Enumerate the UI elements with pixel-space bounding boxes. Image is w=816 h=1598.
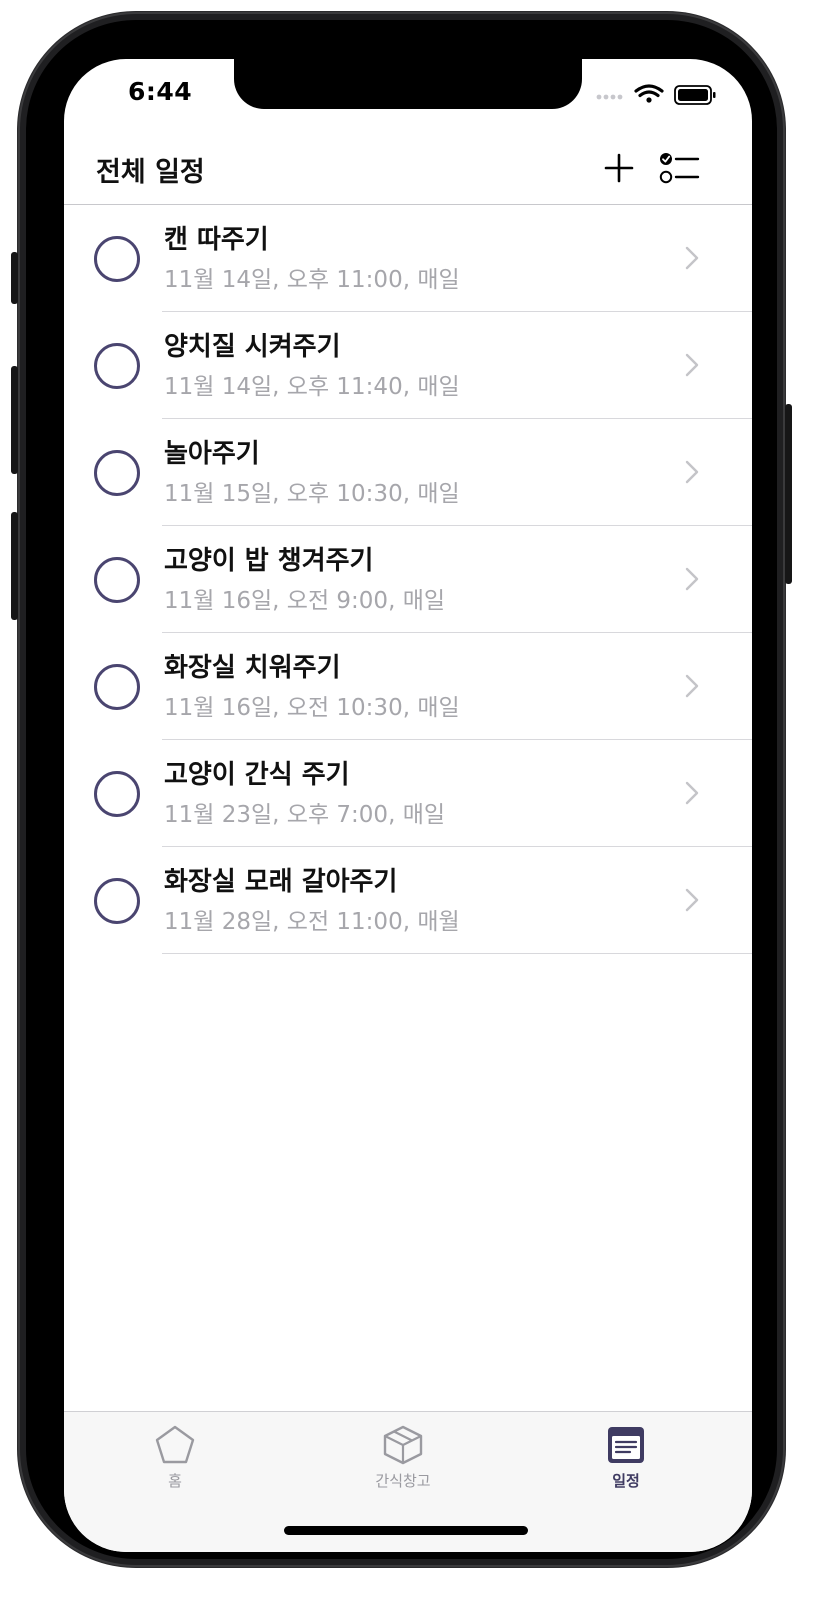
list-item[interactable]: 화장실 모래 갈아주기 11월 28일, 오전 11:00, 매월 [64,847,752,954]
item-subtitle: 11월 16일, 오전 10:30, 매일 [164,695,460,721]
checkbox-circle-icon[interactable] [94,343,140,389]
checkbox-circle-icon[interactable] [94,450,140,496]
app-screen: 6:44 전체 일정 캔 따주기 11월 14일, 오후 11:00, 매일 양… [64,59,752,1552]
chevron-right-icon [685,460,699,484]
tab-label: 일정 [612,1472,640,1490]
tab-home[interactable]: 홈 [110,1424,240,1491]
chevron-right-icon [685,567,699,591]
silent-switch [11,252,18,304]
checkbox-circle-icon[interactable] [94,878,140,924]
item-subtitle: 11월 15일, 오후 10:30, 매일 [164,481,460,507]
checkbox-circle-icon[interactable] [94,557,140,603]
page-title: 전체 일정 [96,157,205,188]
item-title: 화장실 모래 갈아주기 [164,867,398,897]
tab-label: 홈 [168,1472,182,1490]
item-title: 화장실 치워주기 [164,653,341,683]
row-divider [162,953,752,954]
volume-down-button [11,512,18,620]
list-item[interactable]: 화장실 치워주기 11월 16일, 오전 10:30, 매일 [64,633,752,740]
list-item[interactable]: 고양이 밥 챙겨주기 11월 16일, 오전 9:00, 매일 [64,526,752,633]
notch [234,59,582,109]
list-item[interactable]: 놀아주기 11월 15일, 오후 10:30, 매일 [64,419,752,526]
tab-schedule[interactable]: 일정 [561,1424,691,1491]
status-time: 6:44 [128,77,193,106]
item-title: 캔 따주기 [164,225,269,255]
item-title: 양치질 시켜주기 [164,332,341,362]
chevron-right-icon [685,781,699,805]
chevron-right-icon [685,353,699,377]
item-subtitle: 11월 14일, 오후 11:40, 매일 [164,374,460,400]
wifi-icon [634,84,664,98]
list-item[interactable]: 캔 따주기 11월 14일, 오후 11:00, 매일 [64,205,752,312]
checklist-button[interactable] [655,144,705,192]
list-item[interactable]: 양치질 시켜주기 11월 14일, 오후 11:40, 매일 [64,312,752,419]
item-title: 놀아주기 [164,439,260,469]
chevron-right-icon [685,246,699,270]
chevron-right-icon [685,888,699,912]
checklist-icon [659,153,700,184]
schedule-list: 캔 따주기 11월 14일, 오후 11:00, 매일 양치질 시켜주기 11월… [64,205,752,954]
checkbox-circle-icon[interactable] [94,236,140,282]
plus-icon [604,153,634,183]
tab-label: 간식창고 [375,1472,431,1490]
tab-snack-storage[interactable]: 간식창고 [338,1424,468,1491]
pentagon-icon [155,1425,195,1464]
item-subtitle: 11월 14일, 오후 11:00, 매일 [164,267,460,293]
item-subtitle: 11월 28일, 오전 11:00, 매월 [164,909,460,935]
wifi-dot [646,97,652,103]
signal-icon [596,94,623,100]
item-subtitle: 11월 16일, 오전 9:00, 매일 [164,588,446,614]
home-indicator [284,1526,528,1535]
calendar-list-icon [608,1427,644,1463]
item-title: 고양이 밥 챙겨주기 [164,546,374,576]
power-button [785,404,792,584]
box-icon [383,1425,423,1465]
nav-header: 전체 일정 [64,134,752,205]
checkbox-circle-icon[interactable] [94,664,140,710]
add-button[interactable] [594,144,644,192]
volume-up-button [11,366,18,474]
list-item[interactable]: 고양이 간식 주기 11월 23일, 오후 7:00, 매일 [64,740,752,847]
chevron-right-icon [685,674,699,698]
item-subtitle: 11월 23일, 오후 7:00, 매일 [164,802,446,828]
status-indicators [595,83,725,107]
battery-icon [674,85,716,105]
item-title: 고양이 간식 주기 [164,760,350,790]
checkbox-circle-icon[interactable] [94,771,140,817]
